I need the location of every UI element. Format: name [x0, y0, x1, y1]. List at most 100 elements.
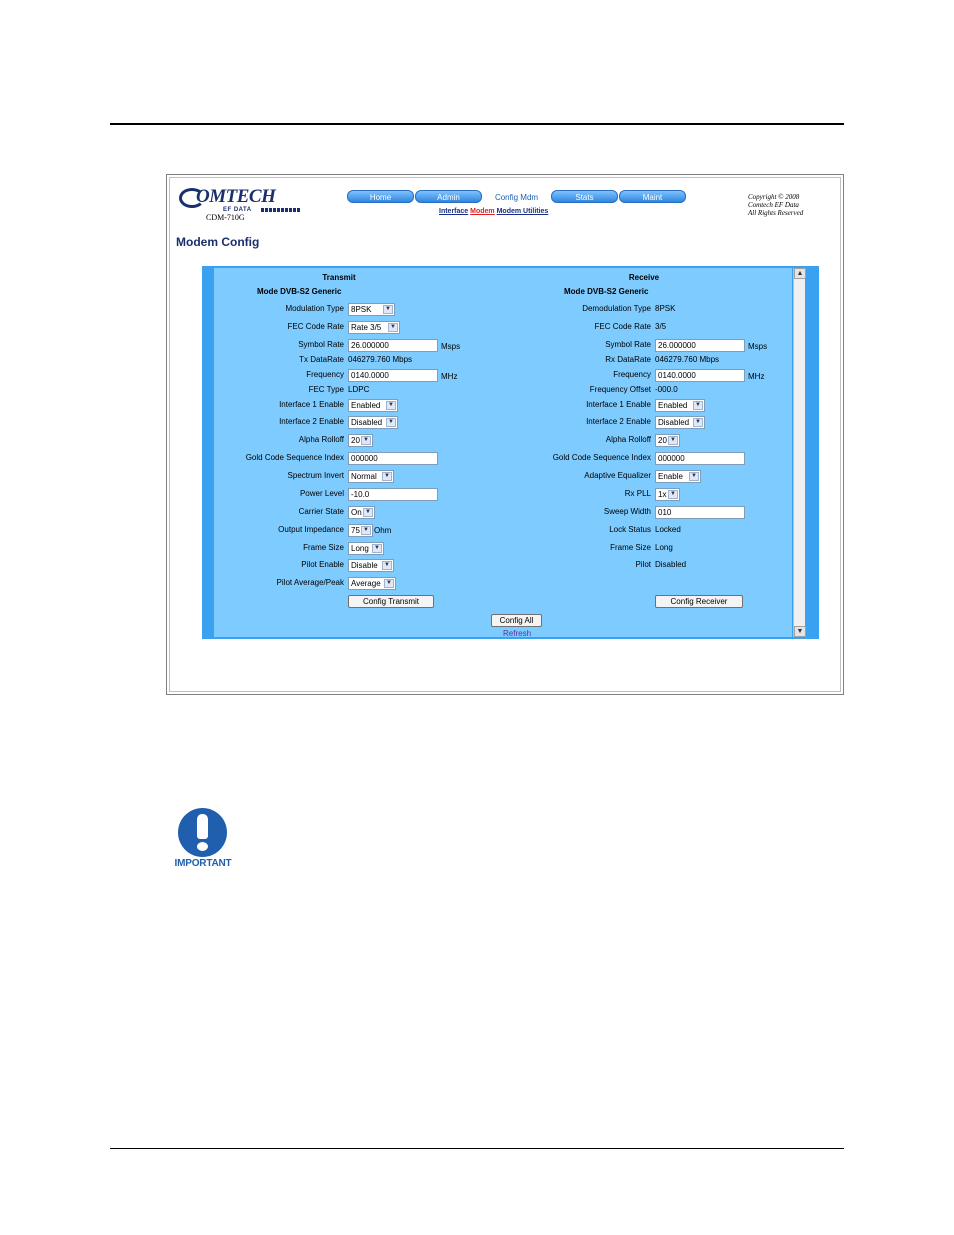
- tab-admin[interactable]: Admin: [415, 190, 482, 203]
- rx-interface1-label: Interface 1 Enable: [586, 400, 651, 409]
- chevron-down-icon: ▼: [361, 526, 371, 535]
- chevron-down-icon: ▼: [386, 418, 396, 427]
- receive-mode: Mode DVB-S2 Generic: [564, 287, 649, 296]
- rx-sweep-width-input[interactable]: 010: [655, 506, 745, 519]
- tx-pilot-avg-peak-label: Pilot Average/Peak: [276, 578, 344, 587]
- tx-modulation-label: Modulation Type: [285, 304, 344, 313]
- main-nav: Home Admin Config Mdm Stats Maint: [347, 190, 687, 203]
- rx-lock-status-value: Locked: [655, 525, 681, 534]
- tx-interface2-label: Interface 2 Enable: [279, 417, 344, 426]
- chevron-down-icon: ▼: [388, 323, 398, 332]
- tx-pilot-enable-label: Pilot Enable: [301, 560, 344, 569]
- rx-sweep-width-label: Sweep Width: [603, 507, 651, 516]
- tx-interface1-label: Interface 1 Enable: [279, 400, 344, 409]
- tx-fec-type-label: FEC Type: [308, 385, 344, 394]
- rx-pll-select[interactable]: 1x ▼: [655, 488, 680, 501]
- rx-symbol-rate-unit: Msps: [748, 342, 768, 351]
- rx-frame-size-label: Frame Size: [610, 543, 651, 552]
- tx-frequency-label: Frequency: [306, 370, 344, 379]
- tx-symbol-rate-input[interactable]: 26.000000: [348, 339, 438, 352]
- tx-interface1-select[interactable]: Enabled ▼: [348, 399, 398, 412]
- tx-fec-type-value: LDPC: [348, 385, 370, 394]
- logo-wordmark: OMTECH: [196, 186, 276, 207]
- rx-demodulation-label: Demodulation Type: [582, 304, 651, 313]
- panel-scrollbar[interactable]: ▲ ▼: [793, 268, 806, 637]
- rx-adaptive-equalizer-label: Adaptive Equalizer: [584, 471, 651, 480]
- config-form: Transmit Receive Mode DVB-S2 Generic Mod…: [214, 268, 792, 637]
- tab-stats[interactable]: Stats: [551, 190, 618, 203]
- tx-output-impedance-select[interactable]: 75 ▼: [348, 524, 373, 537]
- scroll-down-icon[interactable]: ▼: [794, 626, 806, 637]
- tx-gold-code-input[interactable]: 000000: [348, 452, 438, 465]
- chevron-down-icon: ▼: [668, 436, 678, 445]
- chevron-down-icon: ▼: [372, 544, 382, 553]
- tx-modulation-select[interactable]: 8PSK ▼: [348, 303, 395, 316]
- tx-power-level-input[interactable]: -10.0: [348, 488, 438, 501]
- sub-nav: Interface Modem Modem Utilities: [439, 208, 548, 215]
- chevron-down-icon: ▼: [363, 508, 373, 517]
- rx-alpha-rolloff-select[interactable]: 20 ▼: [655, 434, 680, 447]
- tx-spectrum-invert-select[interactable]: Normal ▼: [348, 470, 394, 483]
- rx-pll-label: Rx PLL: [624, 489, 651, 498]
- tab-home[interactable]: Home: [347, 190, 414, 203]
- rx-lock-status-label: Lock Status: [609, 525, 651, 534]
- tx-pilot-enable-select[interactable]: Disable ▼: [348, 559, 394, 572]
- tx-fec-select[interactable]: Rate 3/5 ▼: [348, 321, 400, 334]
- browser-screenshot-frame: OMTECH EF DATA CDM-710G Home Admin Confi…: [166, 174, 844, 695]
- rx-interface1-select[interactable]: Enabled ▼: [655, 399, 705, 412]
- rx-frame-size-value: Long: [655, 543, 673, 552]
- tx-frequency-unit: MHz: [441, 372, 458, 381]
- tab-config-mdm[interactable]: Config Mdm: [483, 190, 550, 203]
- comtech-logo: OMTECH EF DATA CDM-710G: [179, 186, 309, 222]
- rx-frequency-unit: MHz: [748, 372, 765, 381]
- config-receiver-button[interactable]: Config Receiver: [655, 595, 743, 608]
- rx-datarate-value: 046279.760 Mbps: [655, 355, 720, 364]
- rx-alpha-rolloff-label: Alpha Rolloff: [605, 435, 651, 444]
- tx-gold-code-label: Gold Code Sequence Index: [245, 453, 344, 462]
- subnav-modem[interactable]: Modem: [470, 208, 495, 215]
- subnav-interface[interactable]: Interface: [439, 208, 468, 215]
- tx-carrier-state-select[interactable]: On ▼: [348, 506, 375, 519]
- tx-fec-label: FEC Code Rate: [287, 322, 344, 331]
- page-title: Modem Config: [176, 235, 260, 249]
- config-all-button[interactable]: Config All: [491, 614, 542, 627]
- rx-interface2-select[interactable]: Disabled ▼: [655, 416, 705, 429]
- chevron-down-icon: ▼: [384, 579, 394, 588]
- important-label: IMPORTANT: [174, 858, 232, 869]
- rx-symbol-rate-label: Symbol Rate: [605, 340, 651, 349]
- chevron-down-icon: ▼: [693, 418, 703, 427]
- tx-pilot-avg-peak-select[interactable]: Average ▼: [348, 577, 396, 590]
- rx-gold-code-input[interactable]: 000000: [655, 452, 745, 465]
- transmit-heading: Transmit: [322, 273, 356, 282]
- model-name: CDM-710G: [206, 213, 245, 222]
- subnav-modem-utilities[interactable]: Modem Utilities: [497, 208, 549, 215]
- rx-frequency-input[interactable]: 0140.0000: [655, 369, 745, 382]
- tx-output-impedance-label: Output Impedance: [278, 525, 344, 534]
- rx-pilot-label: Pilot: [635, 560, 651, 569]
- receive-heading: Receive: [628, 273, 660, 282]
- tx-spectrum-invert-label: Spectrum Invert: [287, 471, 344, 480]
- tx-alpha-rolloff-select[interactable]: 20 ▼: [348, 434, 373, 447]
- important-notice-icon: IMPORTANT: [168, 808, 238, 872]
- tx-interface2-select[interactable]: Disabled ▼: [348, 416, 398, 429]
- chevron-down-icon: ▼: [361, 436, 371, 445]
- chevron-down-icon: ▼: [386, 401, 396, 410]
- refresh-link[interactable]: Refresh: [503, 629, 531, 637]
- chevron-down-icon: ▼: [693, 401, 703, 410]
- tx-frequency-input[interactable]: 0140.0000: [348, 369, 438, 382]
- tx-frame-size-select[interactable]: Long ▼: [348, 542, 384, 555]
- rx-frequency-offset-value: -000.0: [655, 385, 678, 394]
- tab-maint[interactable]: Maint: [619, 190, 686, 203]
- tx-output-impedance-unit: Ohm: [374, 526, 392, 535]
- tx-frame-size-label: Frame Size: [303, 543, 344, 552]
- rx-frequency-label: Frequency: [613, 370, 651, 379]
- rx-gold-code-label: Gold Code Sequence Index: [552, 453, 651, 462]
- chevron-down-icon: ▼: [382, 561, 392, 570]
- tx-symbol-rate-unit: Msps: [441, 342, 461, 351]
- rx-datarate-label: Rx DataRate: [605, 355, 651, 364]
- rx-adaptive-equalizer-select[interactable]: Enable ▼: [655, 470, 701, 483]
- transmit-mode: Mode DVB-S2 Generic: [257, 287, 342, 296]
- scroll-up-icon[interactable]: ▲: [794, 268, 806, 279]
- rx-symbol-rate-input[interactable]: 26.000000: [655, 339, 745, 352]
- config-transmit-button[interactable]: Config Transmit: [348, 595, 434, 608]
